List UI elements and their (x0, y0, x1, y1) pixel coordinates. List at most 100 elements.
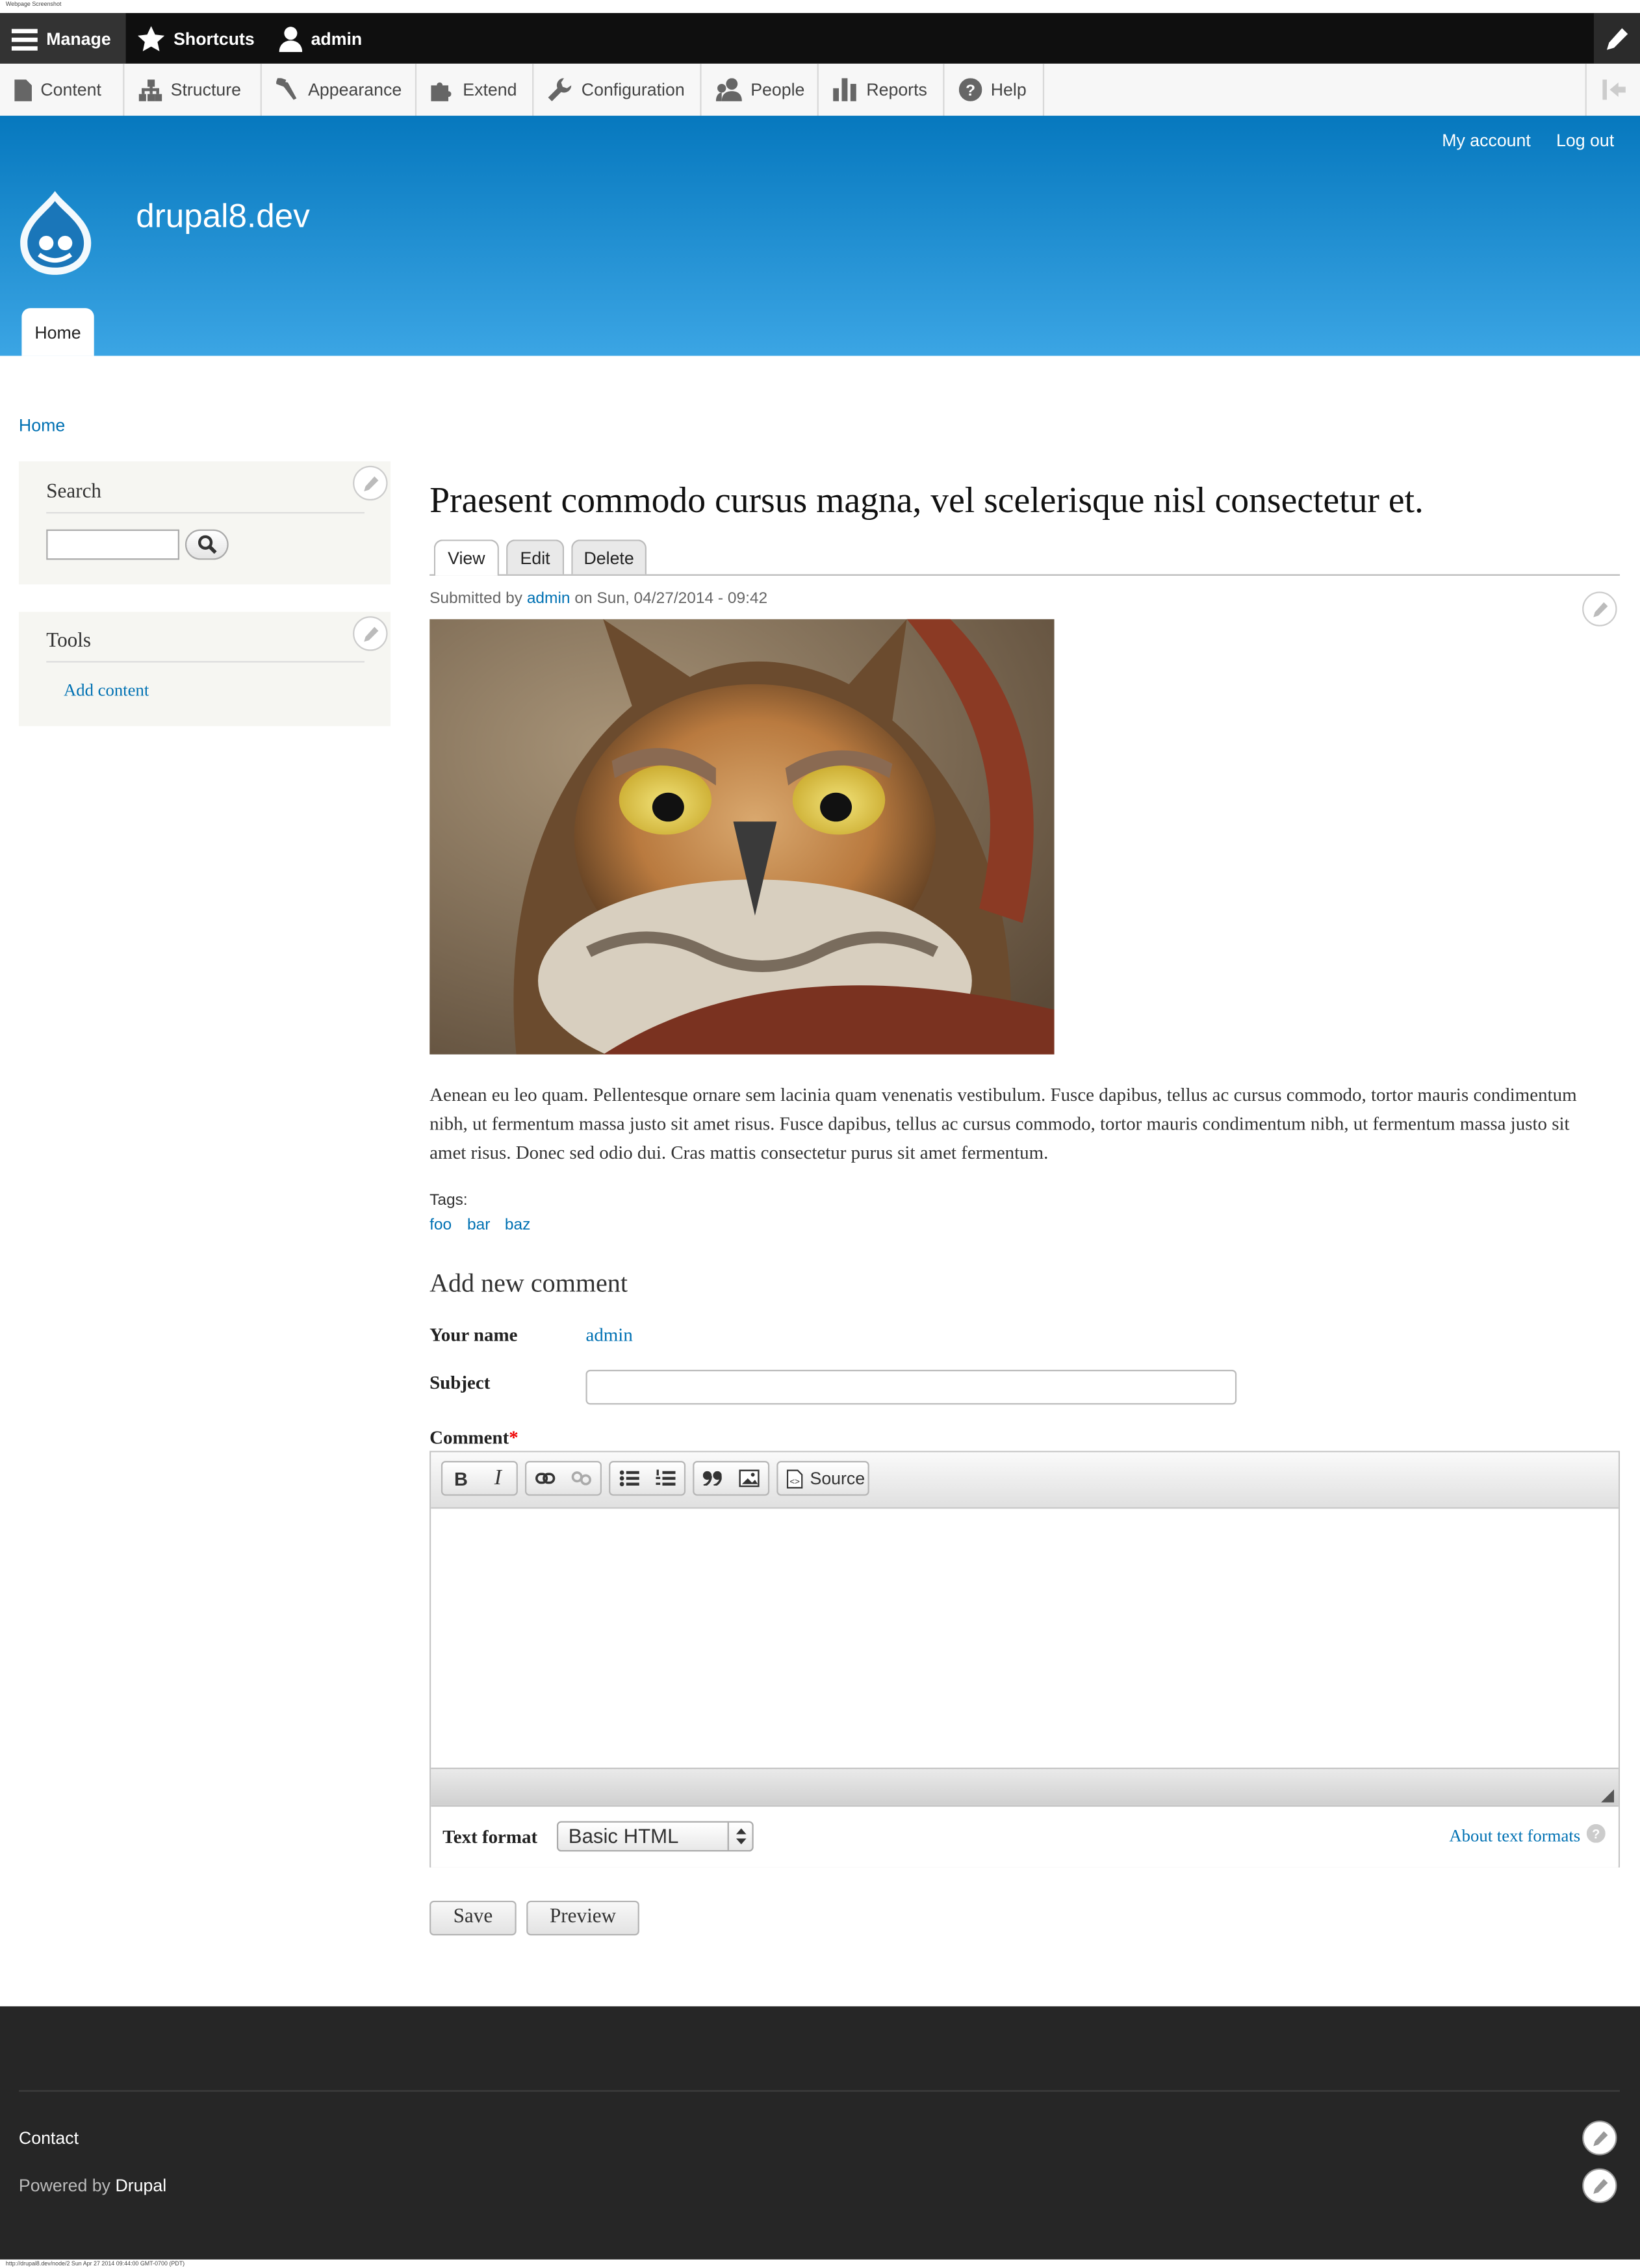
footer-contact-link[interactable]: Contact (19, 2128, 79, 2148)
tools-block-title: Tools (46, 630, 92, 652)
tabs-baseline (429, 574, 1621, 576)
menu-configuration[interactable]: Configuration (533, 63, 702, 116)
link-icon (535, 1473, 555, 1484)
breadcrumb[interactable]: Home (19, 415, 65, 435)
text-format-select[interactable]: Basic HTML (556, 1821, 754, 1852)
unlink-icon (572, 1471, 592, 1486)
text-format-wrapper: Text format Basic HTML About text format… (431, 1805, 1619, 1868)
italic-button[interactable]: I (480, 1462, 517, 1494)
numbered-list-icon (656, 1469, 676, 1488)
editor-group-links (525, 1461, 602, 1496)
menu-content[interactable]: Content (0, 63, 125, 116)
your-name-value[interactable]: admin (585, 1324, 632, 1347)
your-name-label: Your name (429, 1323, 518, 1346)
search-block: Search (18, 461, 391, 585)
site-name[interactable]: drupal8.dev (136, 197, 310, 236)
required-marker: * (509, 1426, 519, 1449)
drupal-link[interactable]: Drupal (115, 2176, 166, 2196)
comment-form-heading: Add new comment (429, 1269, 628, 1298)
tab-delete[interactable]: Delete (571, 539, 647, 574)
powered-by: Powered by Drupal (18, 2175, 167, 2196)
collapse-tray-icon (1602, 79, 1625, 100)
menu-reports[interactable]: Reports (819, 63, 945, 116)
pencil-icon (1606, 27, 1629, 50)
manage-tab[interactable]: Manage (0, 13, 126, 64)
edit-mode-button[interactable] (1593, 13, 1640, 64)
bulleted-list-icon (619, 1470, 639, 1488)
screenshot-caption: Webpage Screenshot (5, 0, 62, 8)
blockquote-button[interactable] (694, 1462, 731, 1494)
preview-button[interactable]: Preview (526, 1900, 639, 1936)
my-account-link[interactable]: My account (1442, 130, 1531, 150)
menu-help[interactable]: ? Help (945, 63, 1045, 116)
image-icon (739, 1469, 760, 1488)
puzzle-icon (431, 78, 454, 101)
about-text-formats-link[interactable]: About text formats (1449, 1825, 1580, 1847)
footer-divider (18, 2090, 1621, 2092)
drupal-logo[interactable] (16, 188, 95, 285)
menu-appearance[interactable]: Appearance (262, 63, 417, 116)
powered-block-edit-pencil[interactable] (1582, 2168, 1617, 2204)
tools-block: Tools Add content (18, 612, 391, 727)
search-submit-button[interactable] (185, 529, 229, 560)
tag-link[interactable]: foo (429, 1217, 452, 1234)
document-icon (14, 79, 32, 101)
svg-text:<>: <> (789, 1476, 800, 1486)
pencil-icon (1592, 2130, 1608, 2146)
tray-orientation-toggle[interactable] (1585, 63, 1640, 116)
tags-label: Tags: (429, 1192, 468, 1209)
menu-structure[interactable]: Structure (124, 63, 262, 116)
quote-icon (703, 1471, 723, 1486)
comment-label: Comment* (429, 1426, 519, 1449)
bold-button[interactable]: B (442, 1462, 480, 1494)
resize-handle-icon[interactable] (1601, 1789, 1615, 1803)
tag-link[interactable]: bar (467, 1217, 490, 1234)
submitted-info: Submitted by admin on Sun, 04/27/2014 - … (429, 590, 768, 608)
tab-view[interactable]: View (433, 539, 499, 576)
main-nav-home-tab[interactable]: Home (21, 308, 94, 356)
image-button[interactable] (731, 1462, 768, 1494)
source-button[interactable]: <> Source (776, 1461, 869, 1496)
divider (46, 511, 365, 514)
comment-body-editable[interactable] (431, 1508, 1619, 1768)
link-button[interactable] (526, 1462, 563, 1494)
page-title: Praesent commodo cursus magna, vel scele… (429, 482, 1424, 521)
source-icon: <> (786, 1469, 803, 1488)
pencil-icon (1592, 601, 1608, 617)
bar-chart-icon (833, 78, 858, 101)
log-out-link[interactable]: Log out (1556, 130, 1614, 150)
block-edit-pencil[interactable] (353, 616, 388, 651)
unlink-button[interactable] (563, 1462, 600, 1494)
search-block-title: Search (46, 482, 102, 504)
pencil-icon (1592, 2178, 1608, 2193)
node-image-owl (429, 619, 1055, 1055)
hamburger-icon (11, 27, 38, 50)
magnifier-icon (197, 535, 216, 554)
menu-people[interactable]: People (702, 63, 819, 116)
add-content-link[interactable]: Add content (64, 680, 149, 701)
ckeditor: B I <> Source Text format Basic HTML Abo… (429, 1450, 1621, 1868)
subject-input[interactable] (585, 1369, 1237, 1405)
numbered-list-button[interactable] (647, 1462, 684, 1494)
screenshot-footer-caption: http://drupal8.dev/node/2 Sun Apr 27 201… (5, 2259, 185, 2267)
tag-link[interactable]: baz (505, 1217, 531, 1234)
structure-icon (138, 79, 162, 101)
node-edit-pencil[interactable] (1582, 591, 1617, 626)
paintbrush-icon (276, 78, 300, 101)
bulleted-list-button[interactable] (610, 1462, 647, 1494)
editor-group-media (693, 1461, 770, 1496)
help-icon[interactable]: ? (1586, 1823, 1606, 1843)
shortcuts-tab[interactable]: Shortcuts (137, 13, 255, 64)
menu-extend[interactable]: Extend (416, 63, 534, 116)
save-button[interactable]: Save (429, 1900, 517, 1936)
author-link[interactable]: admin (527, 590, 570, 608)
user-tab[interactable]: admin (279, 13, 362, 64)
user-icon (279, 25, 303, 52)
star-icon (137, 25, 165, 51)
people-icon (715, 78, 742, 101)
select-arrows-icon (727, 1822, 752, 1850)
footer-menu-edit-pencil[interactable] (1582, 2120, 1617, 2156)
tab-edit[interactable]: Edit (506, 539, 565, 574)
block-edit-pencil[interactable] (353, 465, 388, 501)
search-input[interactable] (46, 529, 180, 560)
